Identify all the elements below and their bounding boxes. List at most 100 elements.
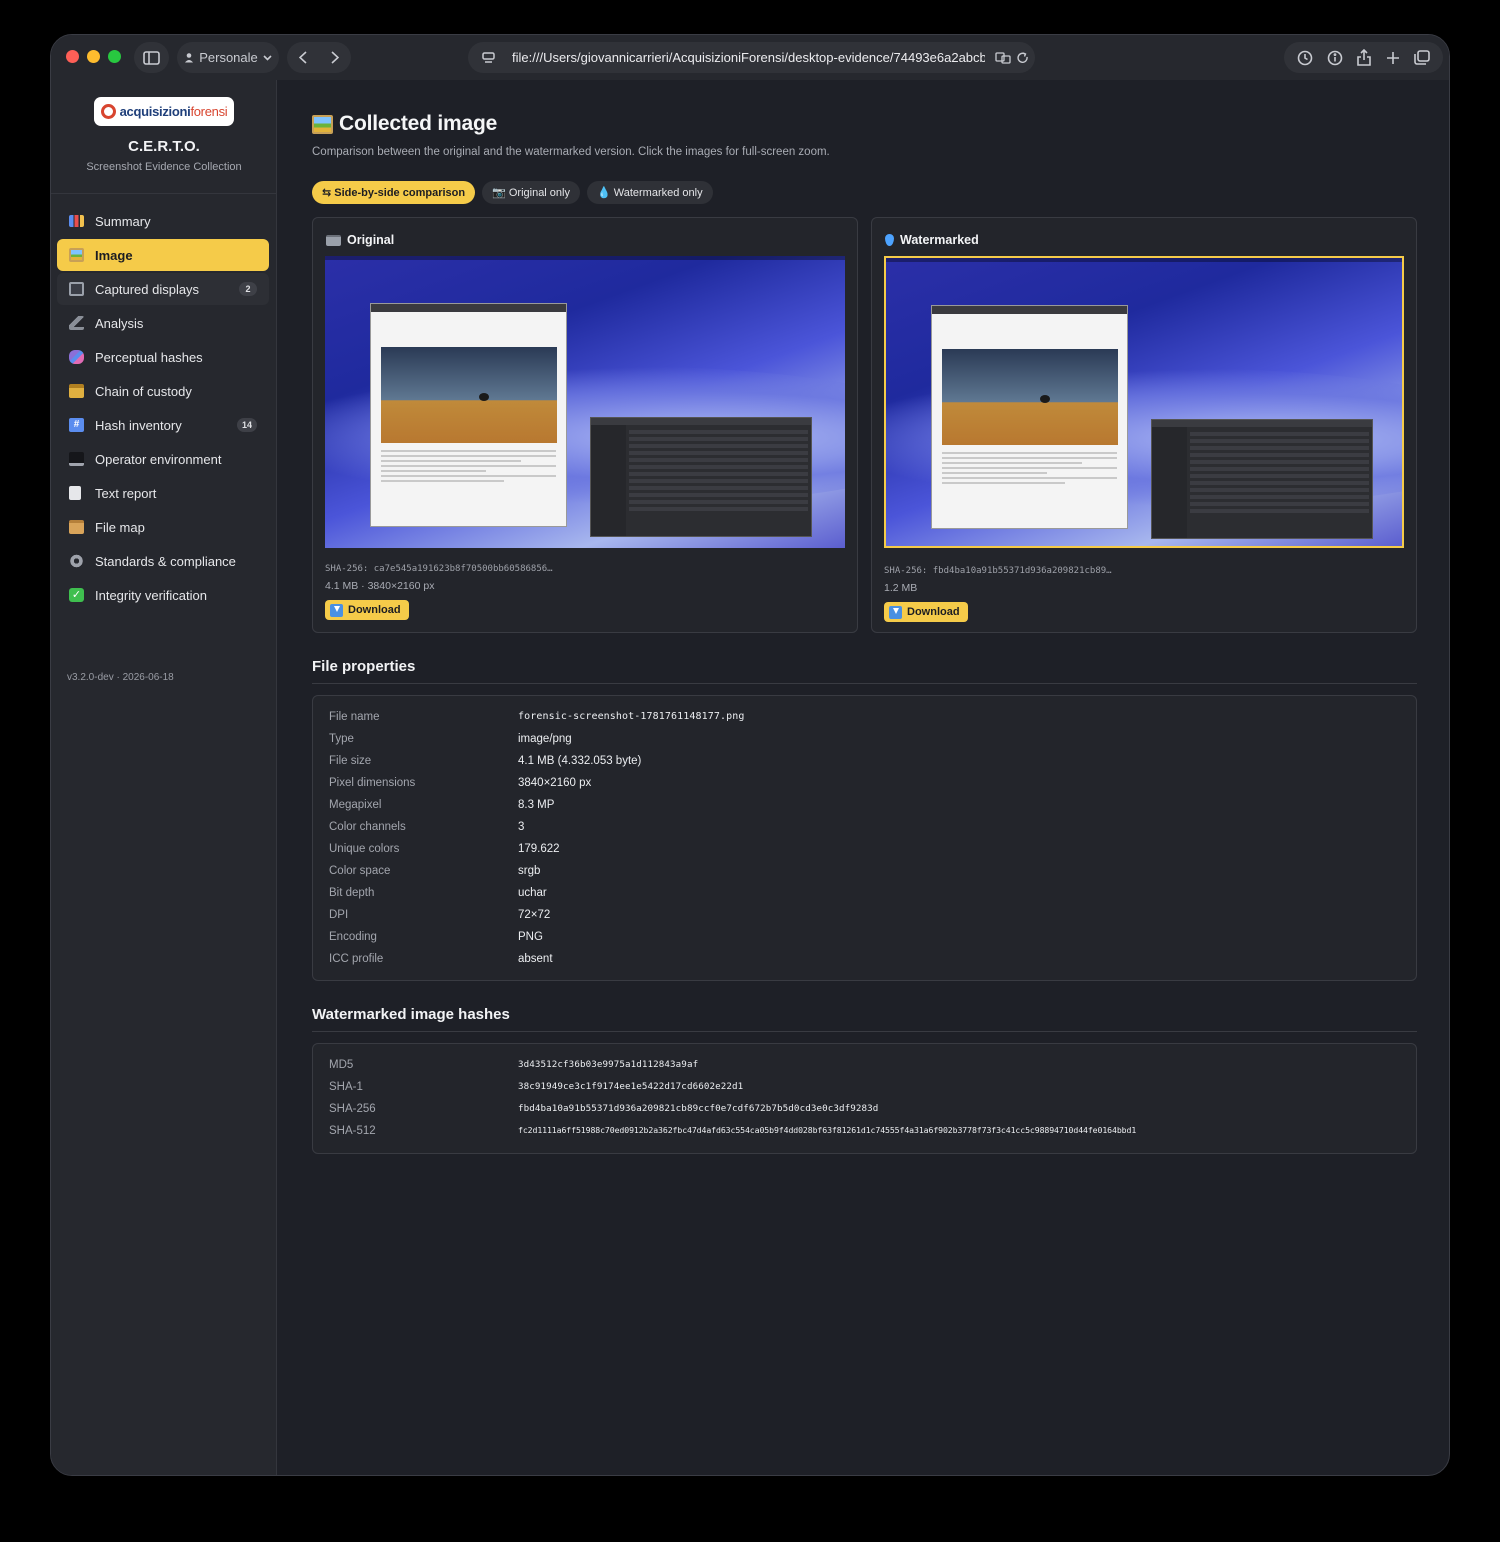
sidebar-item-label: File map (95, 519, 145, 535)
sidebar-item-image[interactable]: Image (57, 239, 269, 271)
minimize-window-button[interactable] (87, 50, 100, 63)
hash-value: fbd4ba10a91b55371d936a209821cb89ccf0e7cd… (518, 1103, 879, 1114)
logo-icon (100, 104, 116, 119)
sidebar-item-chain-of-custody[interactable]: Chain of custody (57, 375, 269, 407)
history-clock-icon[interactable] (1297, 50, 1313, 66)
file-properties-card: File name forensic-screenshot-17817611481… (312, 695, 1417, 981)
sidebar-toggle-button[interactable] (134, 42, 169, 73)
property-value: PNG (518, 931, 543, 943)
app-subtitle: Screenshot Evidence Collection (86, 161, 242, 173)
sidebar-item-label: Chain of custody (95, 383, 192, 399)
browser-window: Personale file:///Users/giovannicarrieri… (50, 34, 1450, 1476)
sidebar-item-standards-compliance[interactable]: Standards & compliance (57, 545, 269, 577)
preview-menubar (886, 258, 1402, 262)
hashes-card: MD5 3d43512cf36b03e9975a1d112843a9af SHA-… (312, 1043, 1417, 1154)
nav-buttons (287, 42, 351, 73)
watermarked-meta: 1.2 MB (884, 582, 918, 594)
property-value: 3840×2160 px (518, 777, 592, 789)
sidebar-item-label: Operator environment (95, 451, 222, 467)
dna-icon (69, 350, 84, 364)
sidebar-item-summary[interactable]: Summary (57, 205, 269, 237)
url-text[interactable]: file:///Users/giovannicarrieri/Acquisizi… (512, 50, 985, 65)
preview-landscape-photo (381, 347, 557, 443)
preview-menubar (325, 256, 845, 260)
toolbar-actions (1284, 42, 1443, 73)
sidebar-item-analysis[interactable]: Analysis (57, 307, 269, 339)
gear-icon (69, 554, 84, 568)
share-icon[interactable] (1357, 49, 1372, 66)
hashes-title: Watermarked image hashes (312, 1006, 510, 1023)
sidebar-item-label: Hash inventory (95, 417, 182, 433)
reload-icon[interactable] (1017, 51, 1029, 64)
browser-toolbar: Personale file:///Users/giovannicarrieri… (51, 35, 1449, 80)
sidebar-item-operator-environment[interactable]: Operator environment (57, 443, 269, 475)
page-menu-icon[interactable] (482, 51, 495, 64)
chevron-down-icon (263, 54, 272, 61)
property-key: File size (329, 755, 372, 767)
sidebar-item-hash-inventory[interactable]: # Hash inventory 14 (57, 409, 269, 441)
sidebar-item-captured-displays[interactable]: Captured displays 2 (57, 273, 269, 305)
version-label: v3.2.0-dev · 2026-06-18 (67, 672, 174, 683)
camera-icon (326, 234, 341, 246)
download-icon (330, 603, 343, 617)
lock-key-icon (69, 384, 84, 398)
info-icon[interactable] (1327, 50, 1343, 66)
profile-button[interactable]: Personale (177, 42, 279, 73)
close-window-button[interactable] (66, 50, 79, 63)
hash-algorithm: SHA-512 (329, 1125, 376, 1137)
property-key: Megapixel (329, 799, 382, 811)
property-value: 8.3 MP (518, 799, 555, 811)
preview-finder-window (1151, 419, 1373, 539)
address-bar[interactable]: file:///Users/giovannicarrieri/Acquisizi… (468, 42, 1035, 73)
new-tab-plus-icon[interactable] (1386, 51, 1400, 65)
property-row: File size 4.1 MB (4.332.053 byte) (329, 755, 641, 771)
download-label: Download (907, 606, 960, 618)
bar-chart-icon (69, 215, 84, 227)
sidebar-item-file-map[interactable]: File map (57, 511, 269, 543)
preview-finder-window (590, 417, 812, 537)
property-key: Encoding (329, 931, 377, 943)
property-row: DPI 72×72 (329, 909, 550, 925)
property-value: absent (518, 953, 553, 965)
droplet-icon (885, 234, 894, 246)
translate-icon[interactable] (995, 51, 1011, 64)
tab-original-only[interactable]: 📷 Original only (482, 181, 580, 204)
checkmark-icon: ✓ (69, 588, 84, 602)
panel-title: Watermarked (885, 233, 979, 247)
app-name: C.E.R.T.O. (128, 138, 200, 155)
hash-icon: # (69, 418, 84, 432)
sidebar-item-label: Analysis (95, 315, 144, 331)
hash-value: 38c91949ce3c1f9174ee1e5422d17cd6602e22d1 (518, 1081, 744, 1092)
property-value: 72×72 (518, 909, 551, 921)
forward-arrow-icon[interactable] (331, 51, 339, 64)
count-badge: 14 (236, 418, 257, 432)
sidebar-item-text-report[interactable]: Text report (57, 477, 269, 509)
tab-side-by-side[interactable]: ⇆ Side-by-side comparison (312, 181, 476, 204)
property-key: Pixel dimensions (329, 777, 416, 789)
sidebar-item-label: Image (95, 247, 133, 263)
hash-row: MD5 3d43512cf36b03e9975a1d112843a9af (329, 1059, 698, 1075)
hash-algorithm: SHA-1 (329, 1081, 363, 1093)
property-row: Color space srgb (329, 865, 540, 881)
property-row: ICC profile absent (329, 953, 553, 969)
zoom-window-button[interactable] (108, 50, 121, 63)
property-row: Bit depth uchar (329, 887, 547, 903)
sidebar-item-perceptual-hashes[interactable]: Perceptual hashes (57, 341, 269, 373)
hash-row: SHA-256 fbd4ba10a91b55371d936a209821cb89c… (329, 1103, 878, 1119)
profile-label: Personale (199, 50, 258, 65)
file-properties-title: File properties (312, 658, 416, 675)
property-row: Pixel dimensions 3840×2160 px (329, 777, 591, 793)
property-key: File name (329, 711, 380, 723)
window-controls (66, 50, 121, 63)
original-image-preview[interactable] (325, 256, 845, 548)
sidebar-item-integrity-verification[interactable]: ✓ Integrity verification (57, 579, 269, 611)
download-original-button[interactable]: Download (325, 600, 409, 620)
property-value: image/png (518, 733, 572, 745)
back-arrow-icon[interactable] (299, 51, 307, 64)
hash-algorithm: SHA-256 (329, 1103, 376, 1115)
tab-overview-icon[interactable] (1414, 50, 1430, 65)
picture-icon (312, 114, 333, 134)
download-watermarked-button[interactable]: Download (884, 602, 968, 622)
tab-watermarked-only[interactable]: 💧 Watermarked only (587, 181, 713, 204)
watermarked-image-preview[interactable] (884, 256, 1404, 548)
